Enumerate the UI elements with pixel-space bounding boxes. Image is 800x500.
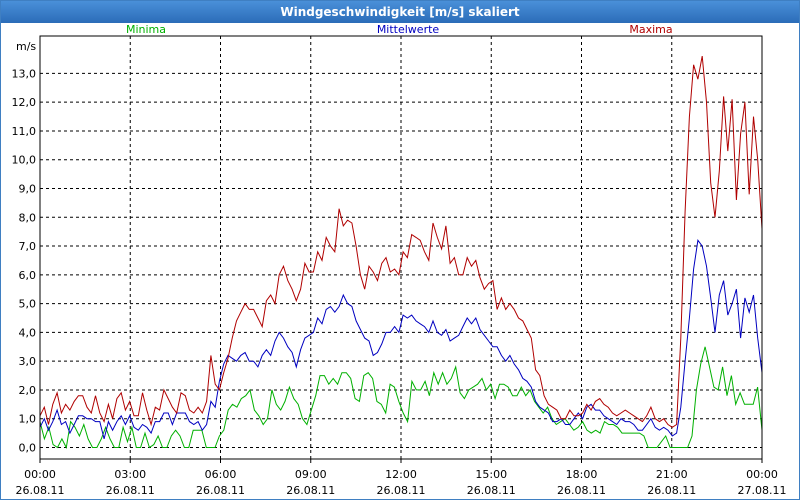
y-tick-label: 9,0 [19,183,37,196]
x-tick-date: 26.08.11 [467,484,516,497]
y-tick-label: 0,0 [19,441,37,454]
x-tick-time: 09:00 [295,468,327,481]
y-axis-ticks: 0,0 1,0 2,0 3,0 4,0 5,0 6,0 7,0 8,0 9,0 10,0 11,0 12… [12,67,37,454]
y-tick-label: 11,0 [12,125,37,138]
y-tick-label: 2,0 [19,384,37,397]
x-tick-date: 26.08.11 [377,484,426,497]
y-tick-label: 13,0 [12,67,37,80]
x-tick-time: 12:00 [385,468,417,481]
x-tick-time: 03:00 [114,468,146,481]
x-tick-date: 26.08.11 [196,484,245,497]
x-tick-time: 00:00 [24,468,56,481]
legend-mittelwerte: Mittelwerte [377,23,440,36]
x-tick-date: 26.08.11 [557,484,606,497]
x-tick-time: 06:00 [205,468,237,481]
x-tick-time: 18:00 [566,468,598,481]
y-tick-label: 4,0 [19,326,37,339]
x-tick-date: 27.08.11 [738,484,787,497]
y-tick-label: 12,0 [12,96,37,109]
y-tick-label: 10,0 [12,154,37,167]
legend-minima: Minima [126,23,166,36]
y-axis-label: m/s [16,40,36,53]
wind-speed-chart: 0,0 1,0 2,0 3,0 4,0 5,0 6,0 7,0 8,0 9,0 10,0 11,0 12… [12,23,787,497]
y-tick-label: 3,0 [19,355,37,368]
x-tick-time: 21:00 [656,468,688,481]
y-tick-label: 5,0 [19,298,37,311]
legend-maxima: Maxima [629,23,672,36]
x-tick-date: 26.08.11 [647,484,696,497]
grid [40,36,762,459]
x-tick-date: 26.08.11 [106,484,155,497]
legend: Minima Mittelwerte Maxima [126,23,673,36]
x-tick-time: 00:00 [746,468,778,481]
x-tick-date: 26.08.11 [286,484,335,497]
x-tick-time: 15:00 [475,468,507,481]
y-tick-label: 7,0 [19,240,37,253]
x-tick-date: 26.08.11 [16,484,65,497]
y-tick-label: 1,0 [19,413,37,426]
y-tick-label: 6,0 [19,269,37,282]
x-axis-ticks: 00:00 26.08.11 03:00 26.08.11 06:00 26.08.11 0… [16,459,787,497]
y-tick-label: 8,0 [19,211,37,224]
